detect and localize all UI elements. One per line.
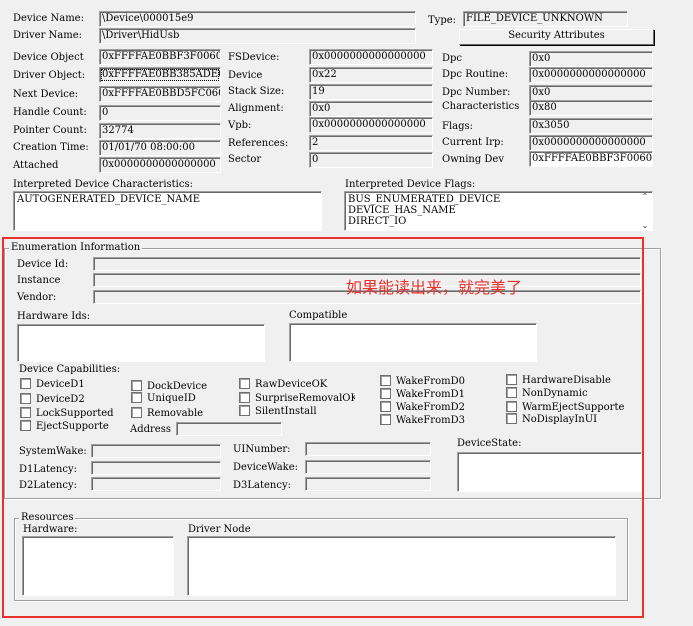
sector-field[interactable]: 0: [309, 152, 433, 168]
next-device-label: Next Device:: [13, 89, 79, 100]
attached-label: Attached: [13, 160, 59, 171]
stack-size-field[interactable]: 19: [309, 84, 433, 100]
driver-name-label: Driver Name:: [13, 30, 83, 41]
dpc-field[interactable]: 0x0: [529, 51, 653, 67]
attached-field[interactable]: 0x0000000000000000: [99, 157, 221, 173]
device-object-field[interactable]: 0xFFFFAE0BBF3F0060: [99, 49, 221, 65]
vpb-field[interactable]: 0x0000000000000000: [309, 117, 433, 133]
annotation-text: 如果能读出来，就完美了: [346, 278, 523, 297]
next-device-field[interactable]: 0xFFFFAE0BBD5FC060: [99, 86, 221, 102]
pointer-count-label: Pointer Count:: [13, 125, 87, 136]
dpc-routine-label: Dpc Routine:: [442, 69, 509, 80]
characteristics-field[interactable]: 0x80: [529, 100, 653, 116]
pointer-count-field[interactable]: 32774: [99, 123, 221, 139]
flags-label: Flags:: [442, 121, 474, 132]
creation-time-field[interactable]: 01/01/70 08:00:00: [99, 140, 221, 156]
flags-field[interactable]: 0x3050: [529, 118, 653, 134]
characteristics-label: Characteristics: [442, 101, 520, 112]
flag-item: BUS_ENUMERATED_DEVICE: [348, 194, 501, 205]
driver-object-label: Driver Object:: [13, 70, 86, 81]
references-field[interactable]: 2: [309, 135, 433, 151]
dpc-routine-field[interactable]: 0x0000000000000000: [529, 67, 653, 83]
dpc-number-field[interactable]: 0x0: [529, 85, 653, 101]
alignment-field[interactable]: 0x0: [309, 101, 433, 117]
device-type-label: Device: [228, 70, 263, 81]
security-attributes-button[interactable]: Security Attributes: [459, 29, 654, 45]
creation-time-label: Creation Time:: [13, 142, 89, 153]
sector-label: Sector: [228, 154, 262, 165]
device-name-field[interactable]: \Device\000015e9: [99, 11, 416, 27]
device-object-label: Device Object: [13, 52, 84, 63]
device-type-field[interactable]: 0x22: [309, 67, 433, 83]
scroll-up-icon[interactable]: ⌃: [642, 192, 649, 201]
vpb-label: Vpb:: [228, 120, 252, 131]
flag-item: DIRECT_IO: [348, 216, 407, 227]
scroll-down-icon[interactable]: ⌄: [642, 221, 649, 230]
owning-dev-label: Owning Dev: [442, 154, 505, 165]
device-name-label: Device Name:: [13, 13, 84, 24]
flags-list[interactable]: BUS_ENUMERATED_DEVICE DEVICE_HAS_NAME DI…: [344, 191, 653, 231]
flags-scrollbar[interactable]: ⌃ ⌄: [638, 192, 652, 230]
characteristics-list-label: Interpreted Device Characteristics:: [13, 179, 193, 190]
dpc-label: Dpc: [442, 53, 463, 64]
stack-size-label: Stack Size:: [228, 86, 285, 97]
flag-item: DEVICE_HAS_NAME: [348, 205, 456, 216]
characteristics-list[interactable]: AUTOGENERATED_DEVICE_NAME: [13, 191, 322, 231]
flags-list-label: Interpreted Device Flags:: [345, 179, 476, 190]
driver-name-field[interactable]: \Driver\HidUsb: [99, 28, 416, 44]
fsdevice-field[interactable]: 0x0000000000000000: [309, 49, 433, 65]
current-irp-label: Current Irp:: [442, 137, 504, 148]
annotation-highlight-box: [2, 237, 644, 618]
type-label: Type:: [428, 15, 457, 26]
fsdevice-label: FSDevice:: [228, 52, 280, 63]
dpc-number-label: Dpc Number:: [442, 87, 511, 98]
characteristic-item: AUTOGENERATED_DEVICE_NAME: [17, 194, 200, 205]
owning-dev-field[interactable]: 0xFFFFAE0BBF3F0060: [529, 151, 653, 167]
type-field[interactable]: FILE_DEVICE_UNKNOWN: [463, 11, 628, 27]
driver-object-field[interactable]: 0xFFFFAE0BB385ADE0: [99, 67, 221, 83]
references-label: References:: [228, 138, 289, 149]
alignment-label: Alignment:: [228, 103, 284, 114]
handle-count-field[interactable]: 0: [99, 105, 221, 121]
handle-count-label: Handle Count:: [13, 107, 87, 118]
current-irp-field[interactable]: 0x0000000000000000: [529, 135, 653, 151]
